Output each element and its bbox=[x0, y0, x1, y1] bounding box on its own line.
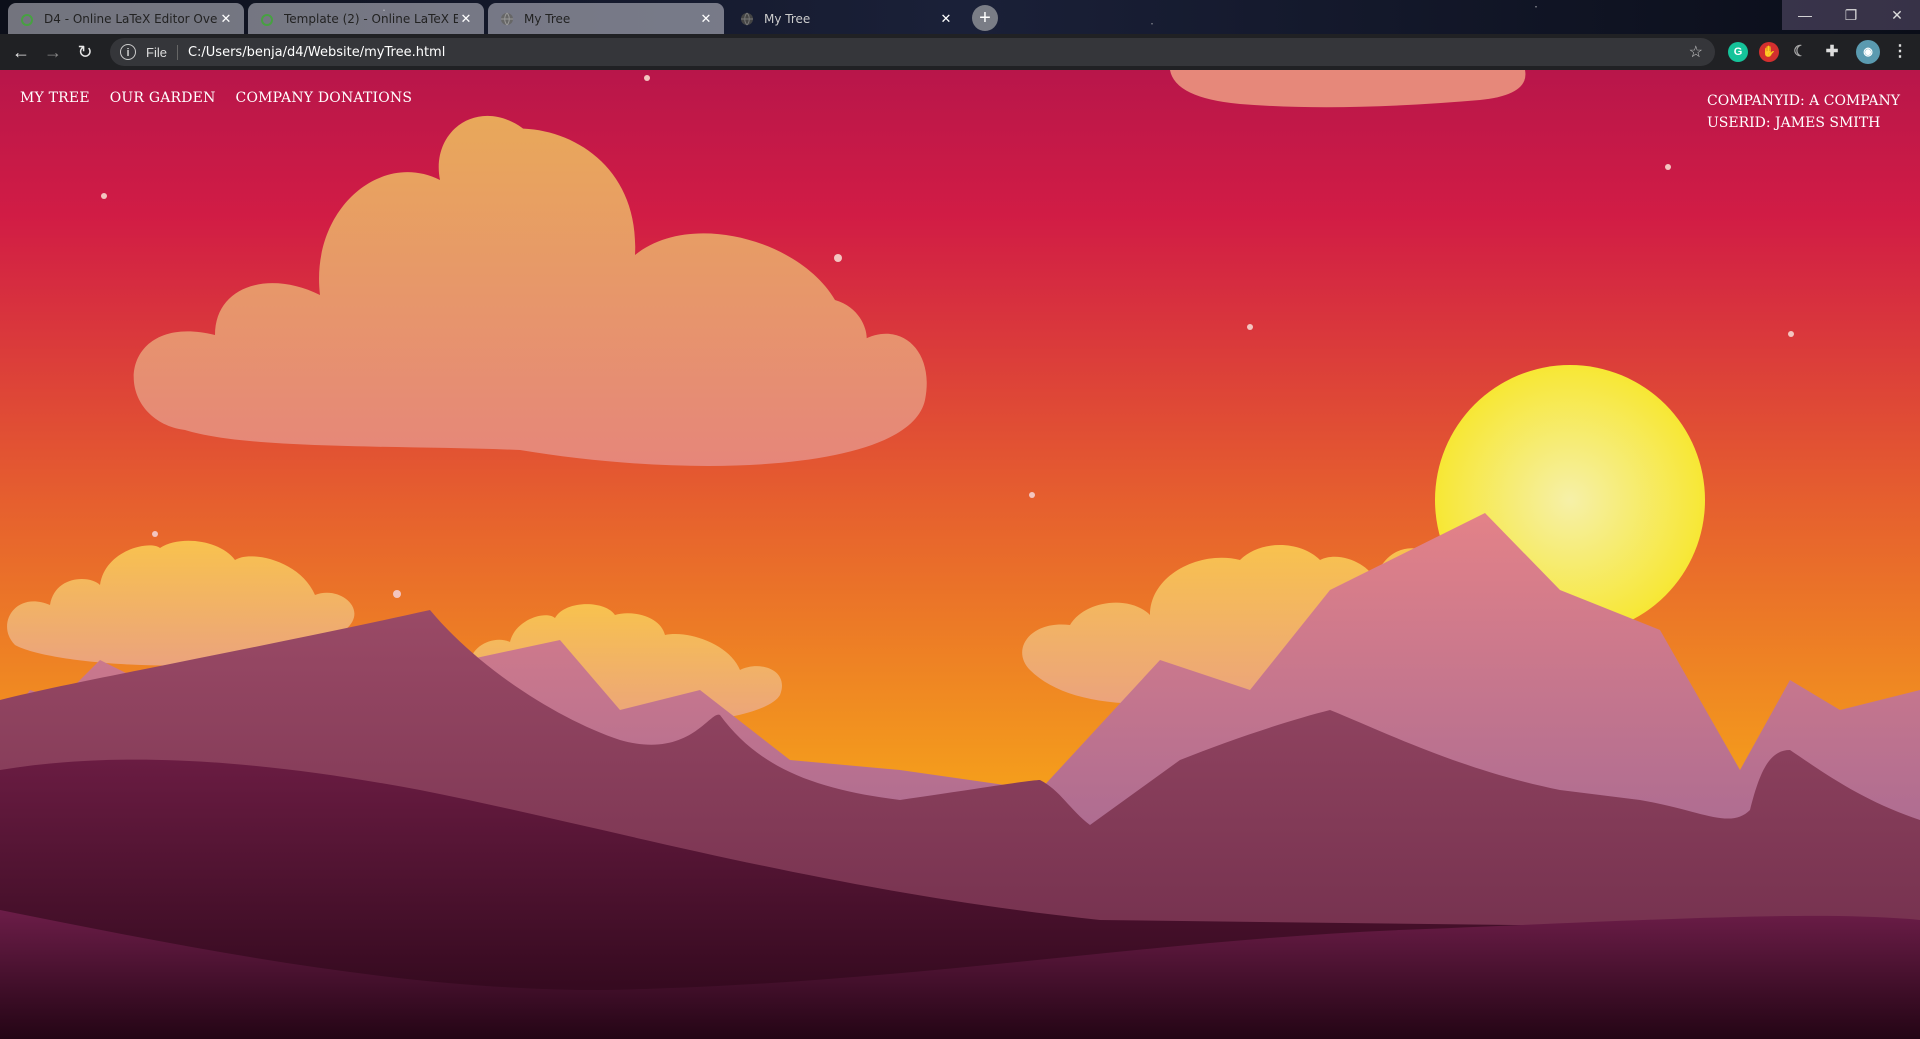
grammarly-icon[interactable]: G bbox=[1728, 42, 1748, 62]
close-icon[interactable]: ✕ bbox=[458, 11, 474, 27]
nav-our-garden[interactable]: OUR GARDEN bbox=[110, 90, 216, 106]
globe-icon bbox=[500, 12, 514, 26]
close-icon[interactable]: ✕ bbox=[218, 11, 234, 27]
restore-icon[interactable]: ❐ bbox=[1828, 0, 1874, 30]
scheme-label: File bbox=[146, 44, 178, 60]
info-icon[interactable]: i bbox=[120, 44, 136, 60]
reload-icon[interactable]: ↻ bbox=[74, 41, 96, 63]
sunset-landscape-illustration bbox=[0, 70, 1920, 1039]
company-id-text: COMPANYID: A COMPANY bbox=[1706, 93, 1900, 109]
tab-my-tree-active[interactable]: My Tree ✕ bbox=[728, 3, 964, 34]
url-text[interactable]: C:/Users/benja/d4/Website/myTree.html bbox=[188, 45, 1689, 60]
tab-strip: D4 - Online LaTeX Editor Overleaf ✕ Temp… bbox=[0, 0, 1920, 34]
bookmark-star-icon[interactable]: ☆ bbox=[1689, 42, 1703, 62]
tab-overleaf-d4[interactable]: D4 - Online LaTeX Editor Overleaf ✕ bbox=[8, 3, 244, 34]
puzzle-extensions-icon[interactable]: ✚ bbox=[1822, 42, 1842, 62]
minimize-icon[interactable]: — bbox=[1782, 0, 1828, 30]
tab-overleaf-template[interactable]: Template (2) - Online LaTeX Editor ✕ bbox=[248, 3, 484, 34]
moon-icon[interactable]: ☾ bbox=[1790, 42, 1810, 62]
overleaf-icon bbox=[260, 12, 274, 26]
tab-title: Template (2) - Online LaTeX Editor bbox=[284, 11, 458, 26]
adblock-icon[interactable]: ✋ bbox=[1759, 42, 1779, 62]
tab-title: D4 - Online LaTeX Editor Overleaf bbox=[44, 11, 218, 26]
tab-my-tree-1[interactable]: My Tree ✕ bbox=[488, 3, 724, 34]
nav-company-donations[interactable]: COMPANY DONATIONS bbox=[236, 90, 413, 106]
overleaf-icon bbox=[20, 12, 34, 26]
globe-icon bbox=[740, 12, 754, 26]
close-icon[interactable]: ✕ bbox=[938, 11, 954, 27]
window-controls: — ❐ ✕ bbox=[1782, 0, 1920, 30]
forward-icon[interactable]: → bbox=[42, 41, 64, 63]
page-viewport: MY TREE OUR GARDEN COMPANY DONATIONS COM… bbox=[0, 70, 1920, 1039]
tab-title: My Tree bbox=[524, 11, 571, 26]
account-info: COMPANYID: A COMPANY USERID: JAMES SMITH bbox=[1707, 90, 1900, 134]
tab-title: My Tree bbox=[764, 11, 811, 26]
nav-my-tree[interactable]: MY TREE bbox=[20, 90, 90, 106]
profile-avatar-icon[interactable]: ◉ bbox=[1856, 40, 1880, 64]
close-icon[interactable]: ✕ bbox=[698, 11, 714, 27]
back-icon[interactable]: ← bbox=[10, 41, 32, 63]
address-bar[interactable]: i File C:/Users/benja/d4/Website/myTree.… bbox=[110, 38, 1715, 66]
site-nav: MY TREE OUR GARDEN COMPANY DONATIONS bbox=[20, 90, 412, 106]
user-id-text: USERID: JAMES SMITH bbox=[1706, 115, 1881, 131]
new-tab-button[interactable]: + bbox=[972, 5, 998, 31]
menu-kebab-icon[interactable]: ⋮ bbox=[1890, 42, 1910, 62]
browser-toolbar: ← → ↻ i File C:/Users/benja/d4/Website/m… bbox=[0, 34, 1920, 70]
close-window-icon[interactable]: ✕ bbox=[1874, 0, 1920, 30]
